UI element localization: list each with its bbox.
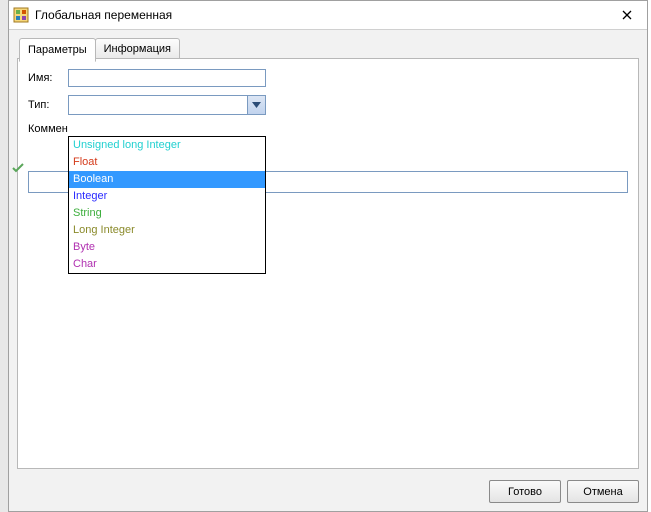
footer-buttons: Готово Отмена [489,480,639,503]
app-icon [13,7,29,23]
tab-information[interactable]: Информация [95,38,180,59]
close-button[interactable] [607,1,647,29]
tab-parameters-label: Параметры [28,44,87,56]
type-dropdown-list[interactable]: Unsigned long IntegerFloatBooleanInteger… [68,136,266,274]
form-area: Имя: Тип: [28,69,628,143]
label-comment: Коммен [28,123,76,135]
ok-button[interactable]: Готово [489,480,561,503]
type-option[interactable]: Byte [69,239,265,256]
label-name: Имя: [28,72,68,84]
window-title: Глобальная переменная [35,8,607,22]
tab-container: Параметры Информация Имя: Тип: [17,38,639,469]
row-name: Имя: [28,69,628,87]
row-comment-label: Коммен [28,123,628,135]
type-option[interactable]: String [69,205,265,222]
row-type: Тип: [28,95,628,115]
type-option[interactable]: Integer [69,188,265,205]
name-input[interactable] [68,69,266,87]
type-option[interactable]: Unsigned long Integer [69,137,265,154]
cancel-button[interactable]: Отмена [567,480,639,503]
dialog-window: Глобальная переменная Параметры Информац… [8,0,648,512]
tabstrip: Параметры Информация [17,38,639,59]
titlebar: Глобальная переменная [9,1,647,30]
cancel-button-label: Отмена [583,486,622,498]
type-combobox-button[interactable] [247,96,265,114]
chevron-down-icon [252,102,261,108]
type-option[interactable]: Long Integer [69,222,265,239]
tab-parameters[interactable]: Параметры [19,38,96,62]
type-combobox[interactable] [68,95,266,115]
check-icon [12,157,24,179]
type-option[interactable]: Float [69,154,265,171]
label-type: Тип: [28,99,68,111]
tab-information-label: Информация [104,43,171,55]
type-combobox-text [69,96,247,114]
type-option[interactable]: Boolean [69,171,265,188]
ok-button-label: Готово [508,486,542,498]
type-option[interactable]: Char [69,256,265,273]
client-area: Параметры Информация Имя: Тип: [9,30,647,511]
tab-panel: Имя: Тип: [17,58,639,469]
